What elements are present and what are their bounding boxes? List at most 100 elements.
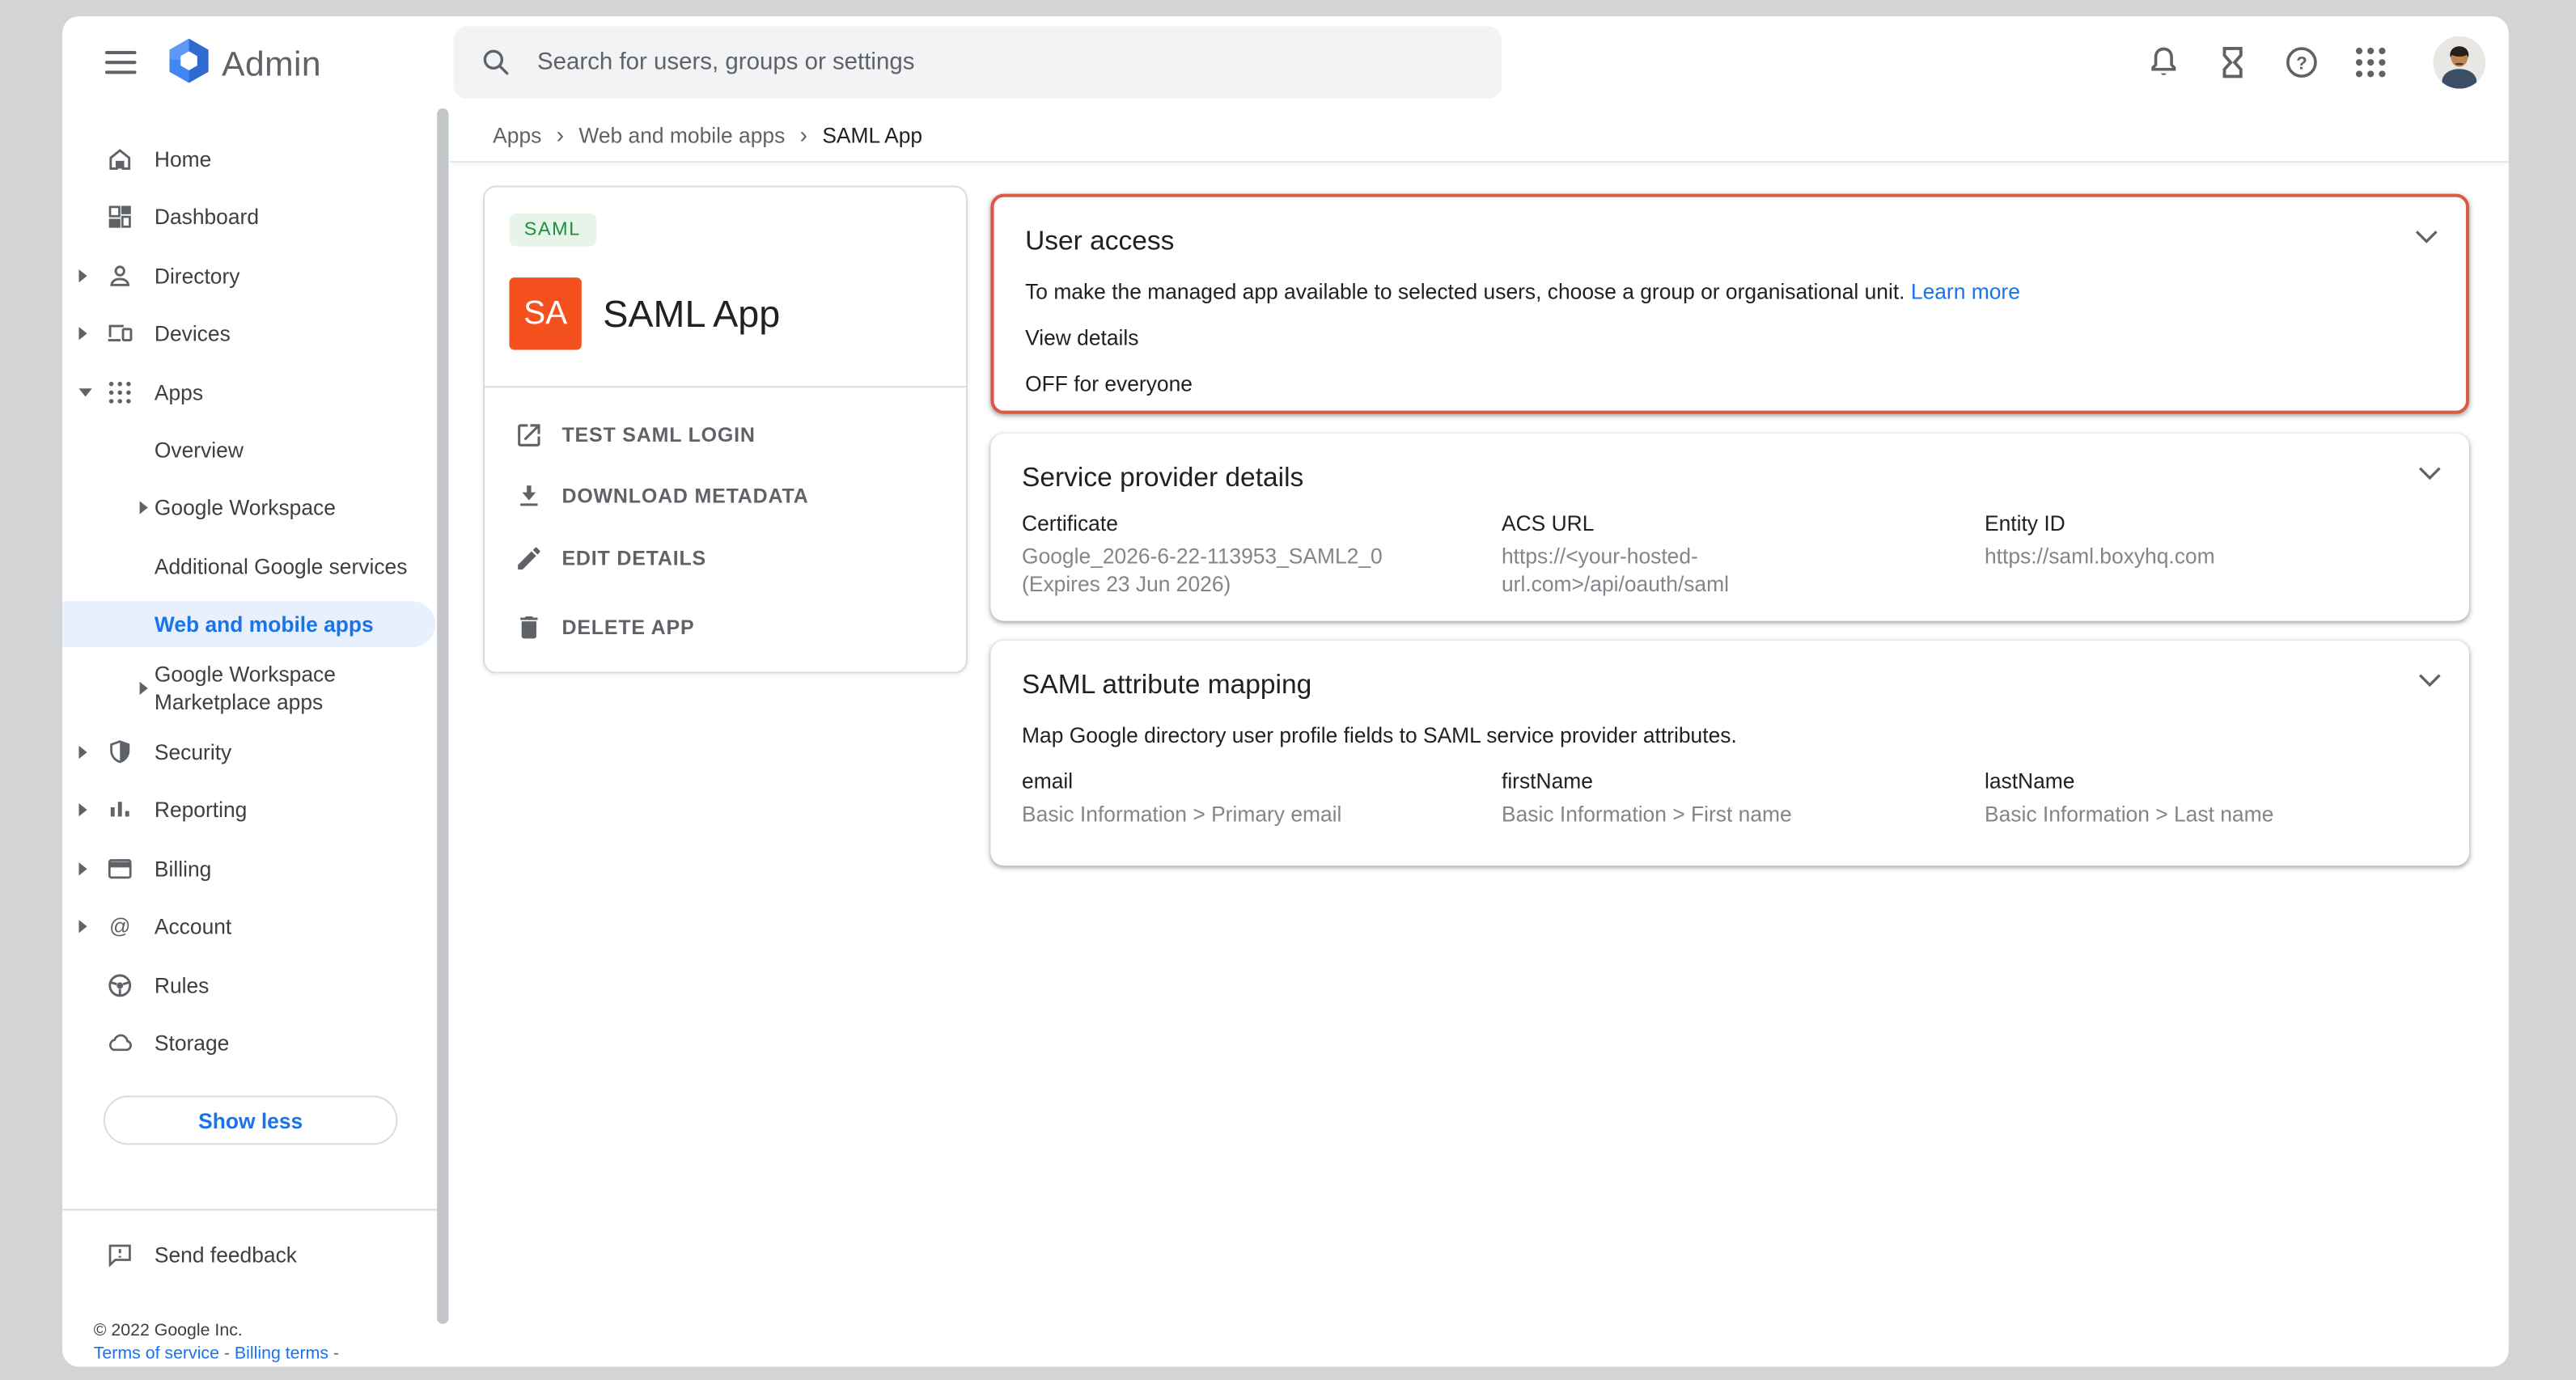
card-divider xyxy=(485,386,966,387)
entity-id-field: Entity ID https://saml.boxyhq.com xyxy=(1985,509,2438,598)
expand-down-icon[interactable] xyxy=(78,388,91,396)
expand-right-icon[interactable] xyxy=(140,682,148,695)
sidebar-item-home[interactable]: Home xyxy=(62,137,435,183)
trash-icon xyxy=(515,612,544,641)
service-provider-panel: Service provider details Certificate Goo… xyxy=(990,434,2469,620)
person-icon xyxy=(105,261,135,291)
sidebar-item-gw-marketplace-apps[interactable]: Google Workspace Marketplace apps xyxy=(62,650,435,726)
send-feedback-button[interactable]: Send feedback xyxy=(62,1232,435,1278)
user-access-panel: User access To make the managed app avai… xyxy=(990,194,2469,414)
attribute-mapping-description: Map Google directory user profile fields… xyxy=(1022,721,2438,751)
home-icon xyxy=(105,145,135,175)
sidebar-item-reporting[interactable]: Reporting xyxy=(62,787,435,833)
search-placeholder: Search for users, groups or settings xyxy=(537,49,914,75)
test-saml-login-button[interactable]: TEST SAML LOGIN xyxy=(485,404,966,465)
expand-right-icon[interactable] xyxy=(78,269,87,282)
search-input[interactable]: Search for users, groups or settings xyxy=(453,26,1502,98)
app-info-card: SAML SA SAML App TEST SAML LOGIN DOWNLOA… xyxy=(483,185,968,673)
firstname-mapping-field: firstName Basic Information > First name xyxy=(1502,767,1985,828)
bar-chart-icon xyxy=(105,795,135,825)
sidebar-item-web-and-mobile-apps[interactable]: Web and mobile apps xyxy=(62,601,435,647)
view-details-link[interactable]: View details xyxy=(1025,324,2434,353)
admin-console-window: Admin Search for users, groups or settin… xyxy=(62,16,2509,1366)
chevron-right-icon: › xyxy=(557,121,564,147)
svg-text:@: @ xyxy=(109,916,130,938)
sidebar-item-overview[interactable]: Overview xyxy=(62,427,435,473)
user-avatar[interactable] xyxy=(2433,36,2485,89)
steering-wheel-icon xyxy=(105,971,135,1001)
main-content: Apps › Web and mobile apps › SAML App SA… xyxy=(450,108,2508,1366)
sidebar-item-devices[interactable]: Devices xyxy=(62,311,435,357)
sidebar-item-storage[interactable]: Storage xyxy=(62,1020,435,1066)
settings-panels: User access To make the managed app avai… xyxy=(990,194,2469,886)
svg-text:?: ? xyxy=(2296,53,2307,73)
at-sign-icon: @ xyxy=(105,912,135,942)
app-monogram-avatar: SA xyxy=(509,277,581,349)
show-less-button[interactable]: Show less xyxy=(104,1095,397,1145)
acs-url-field: ACS URL https://<your-hosted- url.com>/a… xyxy=(1502,509,1985,598)
sidebar-nav: Home Dashboard Directory D xyxy=(62,108,440,1366)
chevron-down-icon[interactable] xyxy=(2418,674,2441,688)
sidebar-item-apps[interactable]: Apps xyxy=(62,370,435,416)
download-metadata-button[interactable]: DOWNLOAD METADATA xyxy=(485,465,966,526)
breadcrumb: Apps › Web and mobile apps › SAML App xyxy=(450,108,2508,163)
apps-grid-icon[interactable] xyxy=(2351,43,2391,83)
attribute-mapping-panel: SAML attribute mapping Map Google direct… xyxy=(990,641,2469,866)
expand-right-icon[interactable] xyxy=(78,327,87,340)
certificate-field: Certificate Google_2026-6-22-113953_SAML… xyxy=(1022,509,1502,598)
edit-details-button[interactable]: EDIT DETAILS xyxy=(485,527,966,588)
hourglass-icon[interactable] xyxy=(2213,43,2252,83)
sidebar-item-google-workspace[interactable]: Google Workspace xyxy=(62,485,435,531)
brand-name: Admin xyxy=(222,45,321,85)
app-title: SAML App xyxy=(603,277,780,349)
expand-right-icon[interactable] xyxy=(78,803,87,816)
user-access-status: OFF for everyone xyxy=(1025,370,2434,400)
breadcrumb-current: SAML App xyxy=(822,122,922,146)
expand-right-icon[interactable] xyxy=(78,862,87,875)
open-in-new-icon xyxy=(515,420,544,450)
sidebar-item-directory[interactable]: Directory xyxy=(62,253,435,299)
email-mapping-field: email Basic Information > Primary email xyxy=(1022,767,1502,828)
feedback-icon xyxy=(105,1240,135,1270)
chevron-down-icon[interactable] xyxy=(2415,230,2438,244)
chevron-down-icon[interactable] xyxy=(2418,467,2441,481)
sidebar-item-additional-google-services[interactable]: Additional Google services xyxy=(62,544,435,590)
sidebar-scrollbar[interactable] xyxy=(437,108,448,1324)
cloud-icon xyxy=(105,1028,135,1058)
expand-right-icon[interactable] xyxy=(140,501,148,514)
delete-app-button[interactable]: DELETE APP xyxy=(485,596,966,657)
sidebar-item-security[interactable]: Security xyxy=(62,730,435,776)
admin-hexagon-logo xyxy=(167,38,210,92)
apps-grid-icon xyxy=(105,378,135,408)
download-icon xyxy=(515,480,544,510)
sidebar-item-billing[interactable]: Billing xyxy=(62,846,435,892)
credit-card-icon xyxy=(105,854,135,884)
saml-type-badge: SAML xyxy=(509,214,595,247)
terms-of-service-link[interactable]: Terms of service xyxy=(94,1344,219,1363)
lastname-mapping-field: lastName Basic Information > Last name xyxy=(1985,767,2438,828)
expand-right-icon[interactable] xyxy=(78,746,87,759)
pencil-icon xyxy=(515,543,544,573)
breadcrumb-apps[interactable]: Apps xyxy=(493,122,541,146)
page: Admin Search for users, groups or settin… xyxy=(0,0,2576,1380)
dashboard-icon xyxy=(105,202,135,232)
shield-icon xyxy=(105,738,135,768)
sidebar-divider xyxy=(62,1209,437,1211)
learn-more-link[interactable]: Learn more xyxy=(1911,279,2020,303)
brand-logo: Admin xyxy=(167,38,321,92)
bell-icon[interactable] xyxy=(2144,43,2184,83)
sidebar-item-account[interactable]: @ Account xyxy=(62,904,435,950)
billing-terms-link[interactable]: Billing terms xyxy=(235,1344,328,1363)
panel-title: Service provider details xyxy=(1022,460,2438,497)
devices-icon xyxy=(105,319,135,349)
help-icon[interactable]: ? xyxy=(2282,43,2322,83)
hamburger-menu-icon[interactable] xyxy=(100,43,140,83)
panel-title: SAML attribute mapping xyxy=(1022,667,2438,703)
search-icon xyxy=(480,46,513,79)
sidebar-item-dashboard[interactable]: Dashboard xyxy=(62,194,435,240)
sidebar-item-rules[interactable]: Rules xyxy=(62,963,435,1009)
user-access-description: To make the managed app available to sel… xyxy=(1025,279,1904,303)
expand-right-icon[interactable] xyxy=(78,920,87,933)
breadcrumb-web-and-mobile-apps[interactable]: Web and mobile apps xyxy=(578,122,785,146)
chevron-right-icon: › xyxy=(800,121,807,147)
